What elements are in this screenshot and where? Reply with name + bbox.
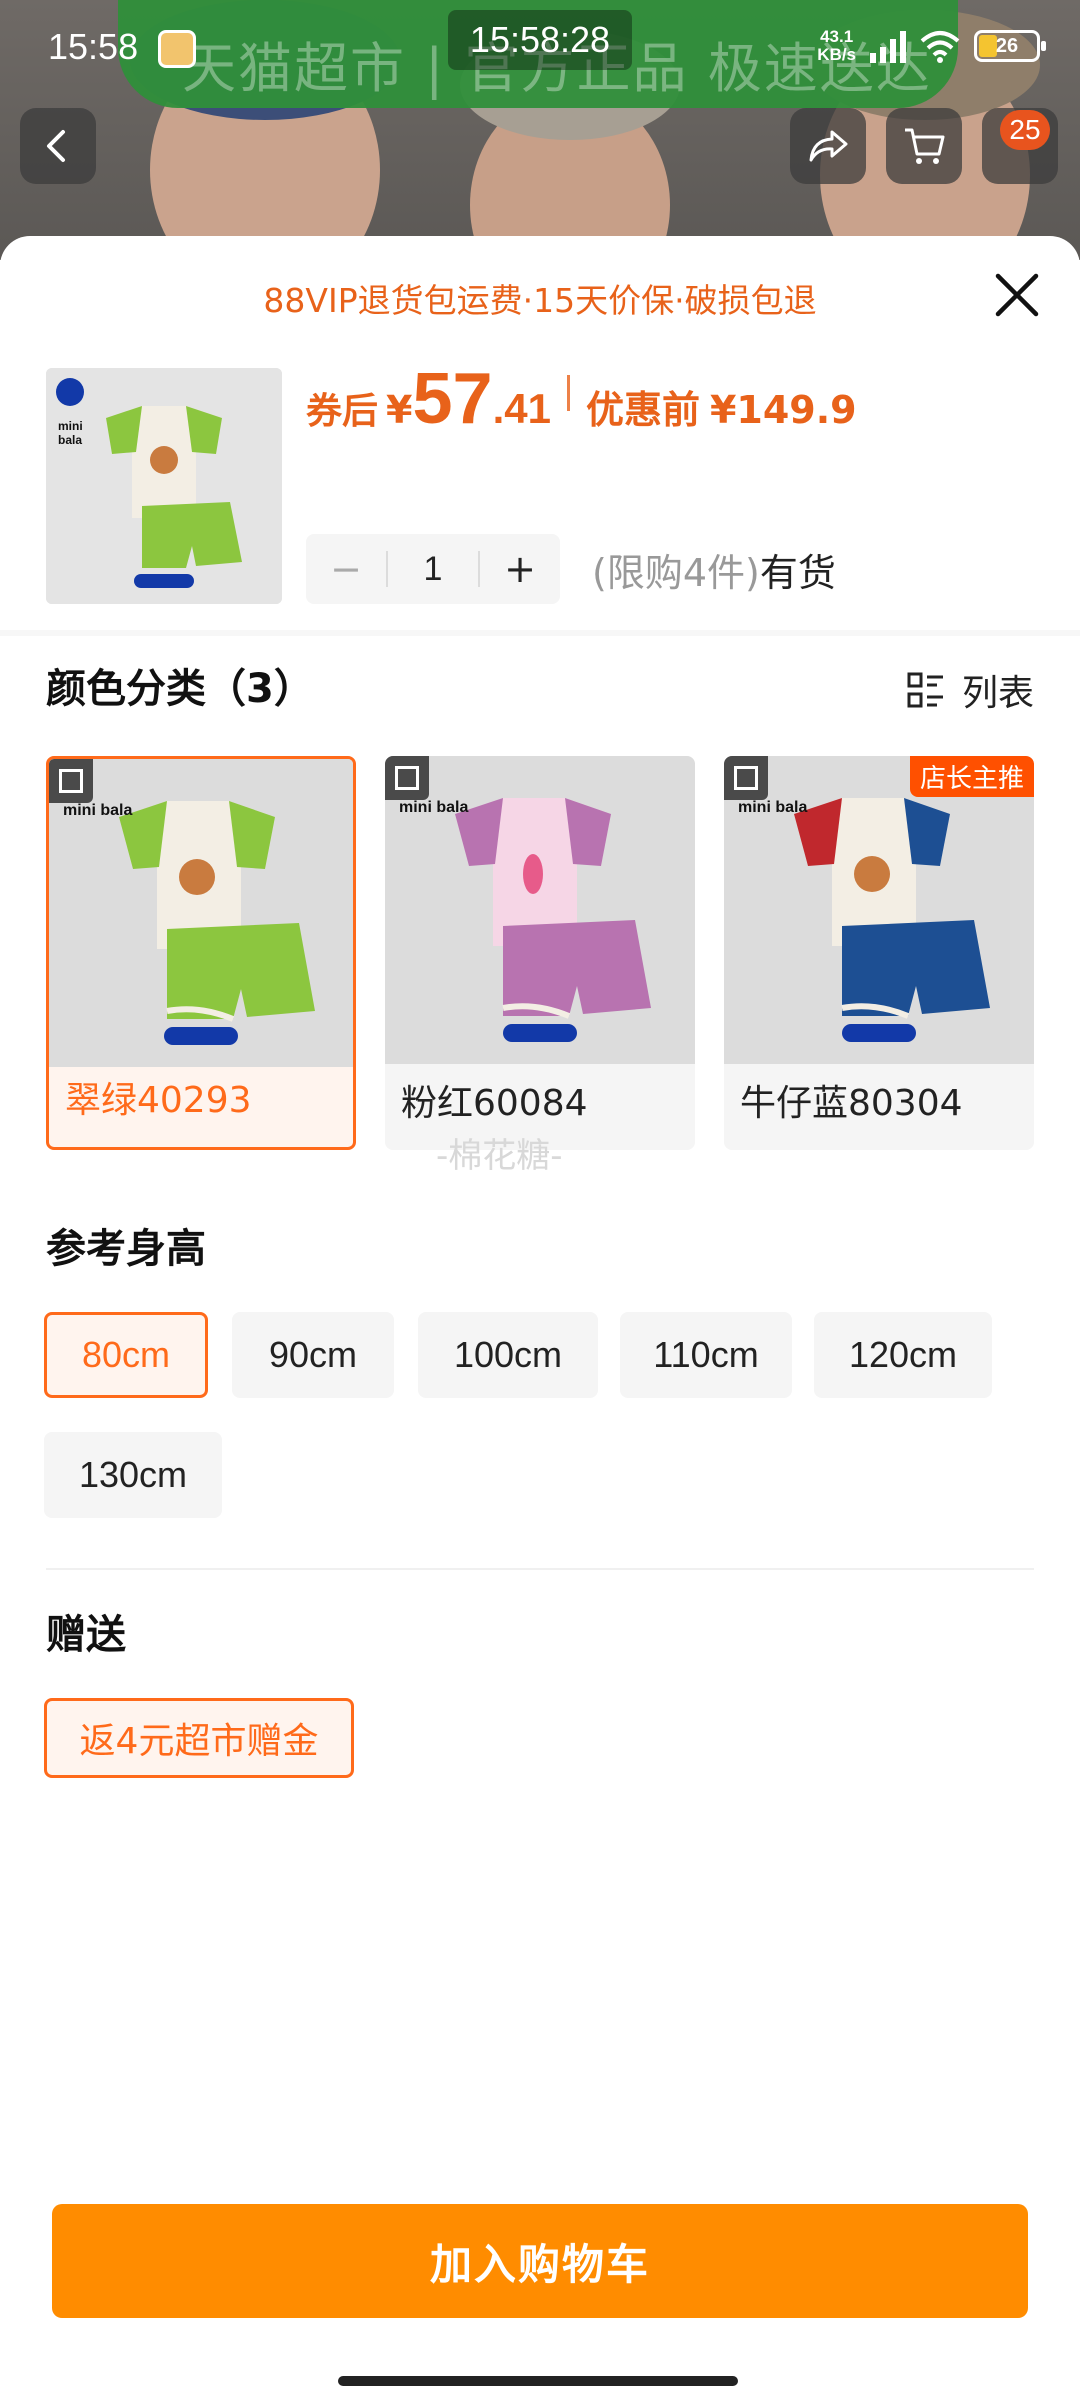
color-option-green[interactable]: mini bala 翠绿40293 xyxy=(46,756,356,1150)
brand-logo-icon xyxy=(385,756,429,800)
color-option-pink[interactable]: mini bala 粉红60084 xyxy=(385,756,695,1150)
section-divider xyxy=(46,1568,1034,1570)
quantity-value[interactable]: 1 xyxy=(388,550,478,589)
price-divider xyxy=(566,375,570,411)
color-option-label: 粉红60084 xyxy=(401,1083,588,1124)
network-speed-unit: KB/s xyxy=(817,45,856,64)
network-speed: 43.1 KB/s xyxy=(817,28,856,64)
currency-symbol: ¥ xyxy=(386,388,413,432)
price-row: 券后 ¥ 57 .41 优惠前 ¥149.9 xyxy=(306,358,857,440)
brand-mark: mini bala xyxy=(738,799,808,816)
gift-option[interactable]: 返4元超市赠金 xyxy=(44,1698,354,1778)
size-option-100cm[interactable]: 100cm xyxy=(418,1312,598,1398)
color-name-tag xyxy=(842,1024,916,1042)
brand-mark: mini bala xyxy=(399,799,469,816)
color-option-image: mini bala xyxy=(724,756,1034,1064)
featured-tag: 店长主推 xyxy=(909,756,1034,797)
size-option-110cm[interactable]: 110cm xyxy=(620,1312,792,1398)
color-name-tag xyxy=(503,1024,577,1042)
stock-status: 有货 xyxy=(759,551,836,595)
brand-mark: mini bala xyxy=(63,802,133,819)
size-option-90cm[interactable]: 90cm xyxy=(232,1312,394,1398)
brand-logo-icon xyxy=(724,756,768,800)
share-button[interactable] xyxy=(790,108,866,184)
wifi-icon xyxy=(920,31,960,63)
list-view-label: 列表 xyxy=(961,673,1034,714)
sku-selector-sheet: 88VIP退货包运费·15天价保·破损包退 mini bala 券后 ¥ 57 … xyxy=(0,236,1080,2400)
price-integer: 57 xyxy=(412,359,493,439)
product-photo-child xyxy=(460,30,680,260)
color-option-label: 翠绿40293 xyxy=(65,1080,252,1121)
svg-text:bala: bala xyxy=(58,433,82,447)
size-option-80cm[interactable]: 80cm xyxy=(44,1312,208,1398)
coupon-price-label: 券后 xyxy=(306,391,379,432)
price-decimal: .41 xyxy=(492,385,551,432)
cell-signal-icon xyxy=(870,29,906,63)
quantity-stepper: − 1 + xyxy=(306,534,560,604)
back-button[interactable] xyxy=(20,108,96,184)
size-section-title: 参考身高 xyxy=(46,1226,206,1272)
app-notification-icon xyxy=(158,30,196,68)
home-indicator xyxy=(338,2376,738,2386)
section-divider xyxy=(0,630,1080,636)
color-option-label: 牛仔蓝80304 xyxy=(740,1083,963,1124)
product-image: mini bala xyxy=(46,368,282,604)
close-icon xyxy=(995,273,1039,317)
size-option-120cm[interactable]: 120cm xyxy=(814,1312,992,1398)
purchase-limit: (限购4件)有货 xyxy=(592,542,836,597)
add-to-cart-button[interactable]: 加入购物车 xyxy=(52,2204,1028,2318)
svg-text:mini: mini xyxy=(58,419,83,433)
cart-button[interactable] xyxy=(886,108,962,184)
battery-level: 26 xyxy=(995,34,1019,57)
color-option-image: mini bala xyxy=(385,756,695,1064)
share-icon xyxy=(809,130,848,162)
original-price-label: 优惠前 xyxy=(585,388,700,432)
cart-icon xyxy=(905,128,945,164)
network-speed-value: 43.1 xyxy=(820,27,854,46)
chevron-left-icon xyxy=(47,130,65,162)
selected-sku-thumbnail[interactable]: mini bala xyxy=(46,368,282,604)
status-time: 15:58 xyxy=(48,26,139,67)
watermark: -棉花糖- xyxy=(436,1136,563,1176)
floating-clock: 15:58:28 xyxy=(448,10,632,70)
original-price: ¥149.9 xyxy=(709,388,857,432)
size-option-130cm[interactable]: 130cm xyxy=(44,1432,222,1518)
decrease-quantity-button[interactable]: − xyxy=(306,534,386,604)
cart-count-badge: 25 xyxy=(1000,110,1050,150)
brand-logo-icon xyxy=(49,759,93,803)
color-name-tag xyxy=(164,1027,238,1045)
color-section-title: 颜色分类（3） xyxy=(46,666,314,712)
color-option-denim-blue[interactable]: 店长主推 mini bala 牛仔蓝80304 xyxy=(724,756,1034,1150)
list-view-toggle[interactable]: 列表 xyxy=(906,664,1034,716)
purchase-limit-text: (限购4件) xyxy=(592,551,760,595)
gift-section-title: 赠送 xyxy=(46,1612,126,1658)
service-promo: 88VIP退货包运费·15天价保·破损包退 xyxy=(263,281,817,320)
status-bar: 天猫超市 | 官方正品 极速送达 15:58 15:58:28 43.1 KB/… xyxy=(0,0,1080,108)
list-view-icon xyxy=(907,672,943,708)
close-button[interactable] xyxy=(986,264,1048,326)
status-icons: 43.1 KB/s 26 xyxy=(817,28,1046,64)
color-option-image: mini bala xyxy=(49,759,353,1067)
battery-icon: 26 xyxy=(974,30,1046,62)
increase-quantity-button[interactable]: + xyxy=(480,534,560,604)
